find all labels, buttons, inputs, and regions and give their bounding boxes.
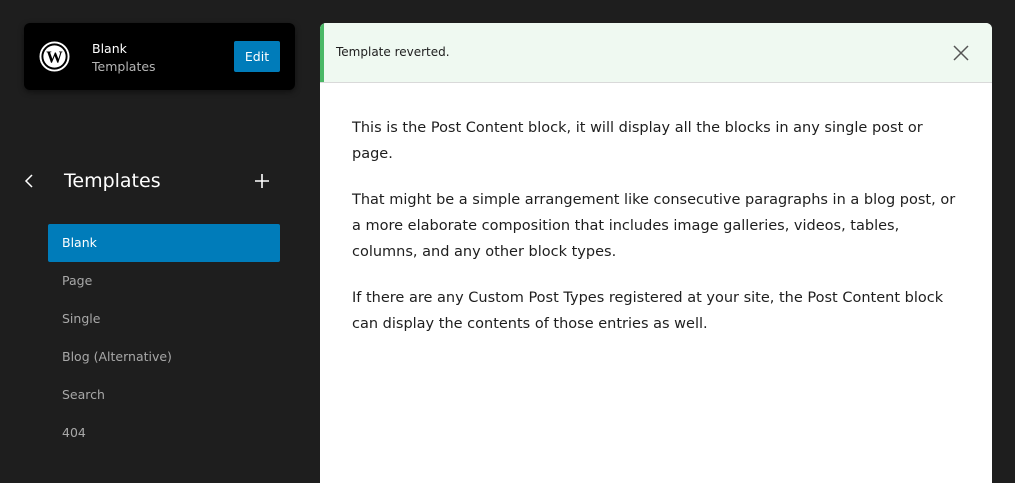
wordpress-icon[interactable]: W	[39, 41, 70, 72]
post-content-block[interactable]: This is the Post Content block, it will …	[352, 115, 962, 357]
templates-list: Blank Page Single Blog (Alternative) Sea…	[48, 224, 280, 452]
nav-title: Templates	[64, 170, 161, 192]
content-paragraph: This is the Post Content block, it will …	[352, 120, 923, 162]
success-notice: Template reverted.	[320, 23, 992, 83]
notice-status-bar	[320, 23, 324, 82]
content-paragraph: That might be a simple arrangement like …	[352, 192, 956, 260]
site-title: Blank	[92, 41, 127, 56]
nav-item-404[interactable]: 404	[48, 414, 280, 452]
site-header-card: W Blank Templates Edit	[24, 23, 295, 90]
chevron-left-icon[interactable]	[20, 171, 40, 191]
editor-canvas[interactable]: Template reverted. This is the Post Cont…	[320, 23, 992, 483]
svg-text:W: W	[46, 47, 63, 66]
plus-icon[interactable]	[251, 170, 273, 192]
edit-button[interactable]: Edit	[234, 41, 280, 72]
nav-item-blog-alternative[interactable]: Blog (Alternative)	[48, 338, 280, 376]
nav-item-page[interactable]: Page	[48, 262, 280, 300]
nav-item-single[interactable]: Single	[48, 300, 280, 338]
close-icon[interactable]	[950, 42, 972, 64]
nav-item-blank[interactable]: Blank	[48, 224, 280, 262]
nav-item-search[interactable]: Search	[48, 376, 280, 414]
notice-message: Template reverted.	[336, 45, 450, 59]
content-paragraph: If there are any Custom Post Types regis…	[352, 290, 944, 332]
site-subtitle: Templates	[92, 59, 156, 74]
